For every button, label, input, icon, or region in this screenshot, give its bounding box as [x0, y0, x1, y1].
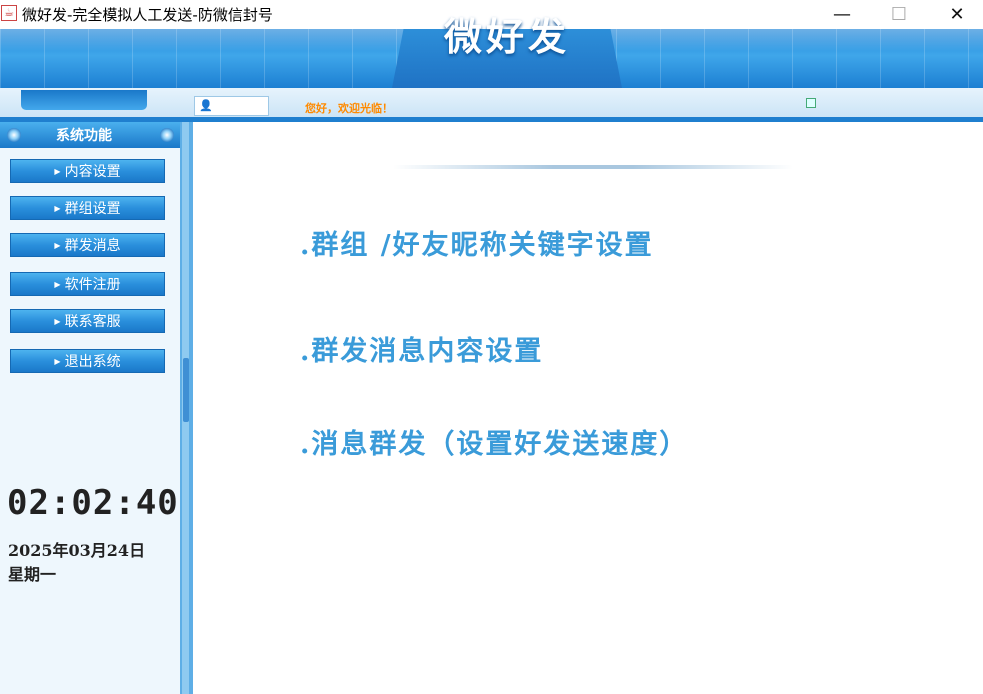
triangle-right-icon: ▶: [54, 356, 61, 366]
clock-date: 2025年03月24日: [8, 541, 146, 560]
software-register-button[interactable]: ▶ 软件注册: [10, 272, 165, 296]
menu-label: 软件注册: [64, 277, 121, 293]
sidebar-top-tab: [21, 90, 147, 110]
clock-time: 02:02:40: [7, 483, 179, 523]
minimize-icon[interactable]: —: [819, 0, 865, 29]
triangle-right-icon: ▶: [54, 279, 61, 289]
menu-label: 退出系统: [64, 354, 121, 370]
decorative-divider: [393, 165, 793, 169]
welcome-text: 您好，欢迎光临！: [305, 102, 393, 115]
contact-support-button[interactable]: ▶ 联系客服: [10, 309, 165, 333]
close-icon[interactable]: ✕: [934, 0, 980, 29]
document-icon[interactable]: [806, 98, 816, 108]
menu-label: 群组设置: [64, 201, 121, 217]
triangle-right-icon: ▶: [54, 166, 61, 176]
sub-toolbar: [0, 88, 983, 120]
menu-label: 联系客服: [64, 314, 121, 330]
mass-send-link[interactable]: .消息群发（设置好发送速度）: [300, 422, 688, 461]
user-info-box: 👤: [194, 96, 269, 116]
triangle-right-icon: ▶: [54, 240, 61, 250]
keyword-settings-link[interactable]: .群组 /好友昵称关键字设置: [300, 223, 654, 262]
group-settings-button[interactable]: ▶ 群组设置: [10, 196, 165, 220]
triangle-right-icon: ▶: [54, 316, 61, 326]
mass-message-button[interactable]: ▶ 群发消息: [10, 233, 165, 257]
content-settings-button[interactable]: ▶ 内容设置: [10, 159, 165, 183]
app-logo-title: 微好发: [443, 14, 570, 59]
user-icon: 👤: [199, 99, 213, 112]
java-app-icon: ☕: [1, 5, 17, 21]
sidebar-header-label: 系统功能: [56, 128, 112, 144]
clock-weekday: 星期一: [8, 565, 57, 584]
message-content-settings-link[interactable]: .群发消息内容设置: [300, 329, 543, 368]
menu-label: 群发消息: [64, 238, 121, 254]
triangle-right-icon: ▶: [54, 203, 61, 213]
exit-system-button[interactable]: ▶ 退出系统: [10, 349, 165, 373]
window-title: 微好发-完全模拟人工发送-防微信封号: [22, 6, 273, 24]
menu-label: 内容设置: [64, 164, 121, 180]
splitter-grip[interactable]: [183, 358, 189, 422]
maximize-icon[interactable]: ☐: [876, 0, 922, 29]
